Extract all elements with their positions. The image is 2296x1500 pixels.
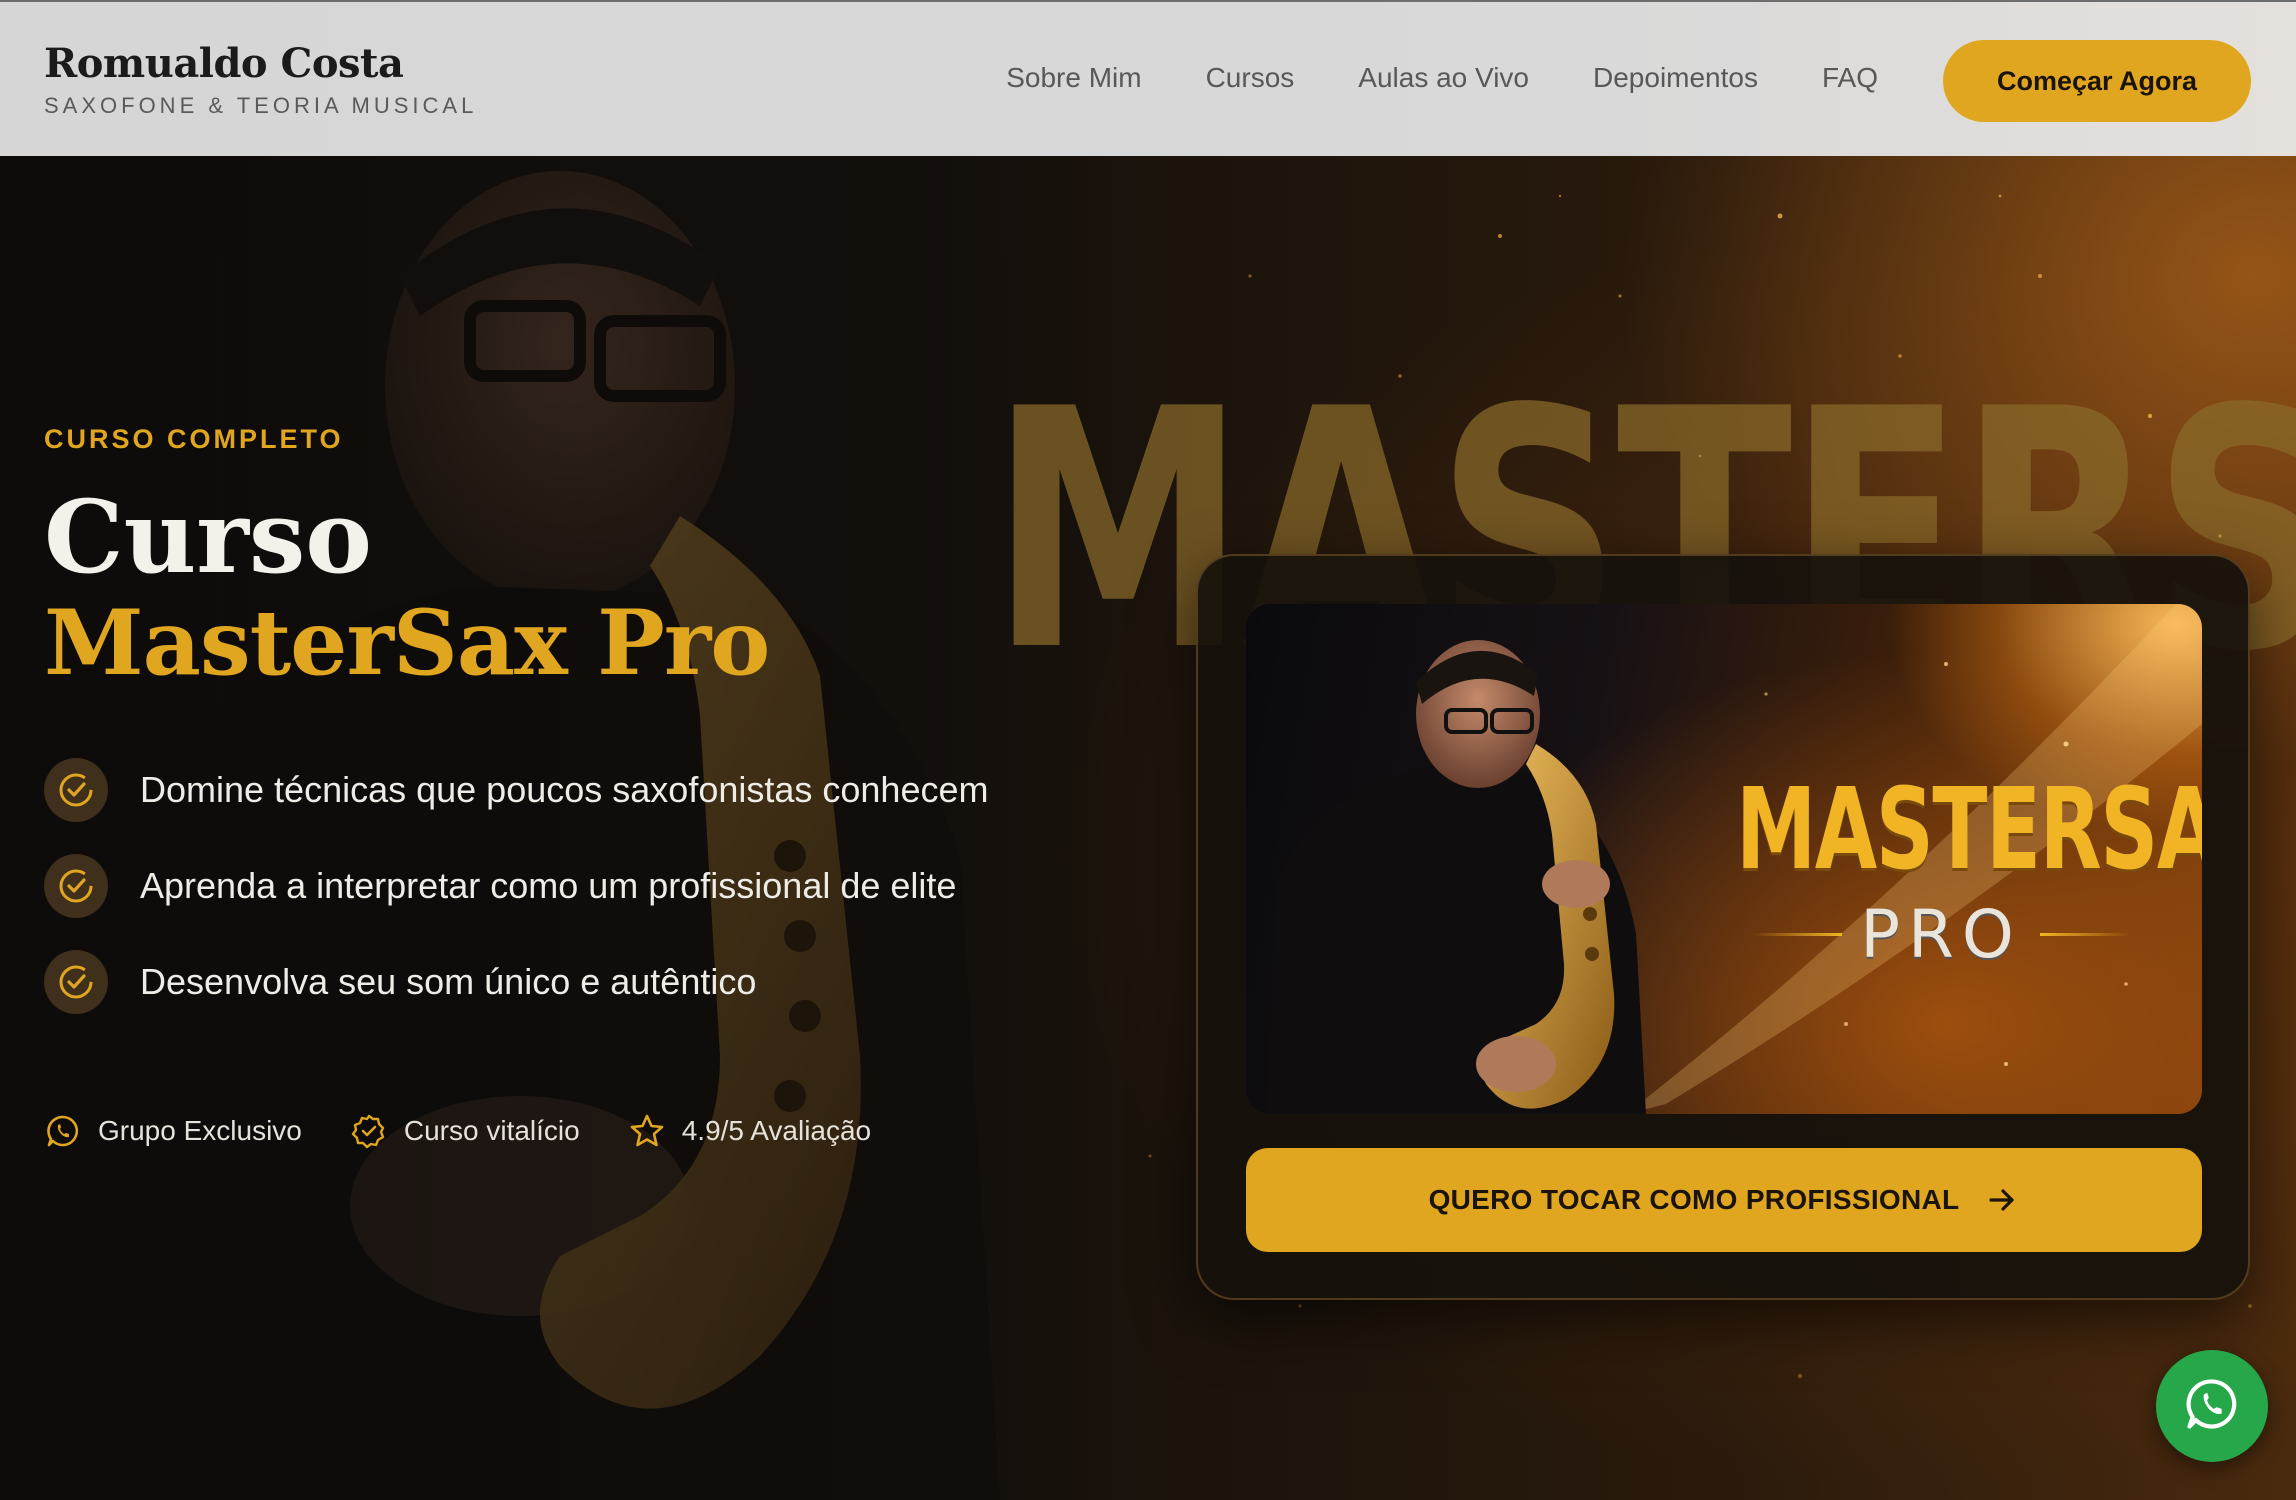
nav-link-cursos[interactable]: Cursos [1206, 62, 1295, 94]
whatsapp-icon [2183, 1375, 2241, 1438]
trust-badges: Grupo Exclusivo Curso vitalício 4.9/5 Av… [44, 1112, 919, 1150]
whatsapp-chat-button[interactable] [2156, 1350, 2268, 1462]
start-now-button[interactable]: Começar Agora [1943, 40, 2251, 122]
check-circle-icon [44, 950, 108, 1014]
badge-label: 4.9/5 Avaliação [681, 1115, 872, 1146]
brand-tagline: SAXOFONE & TEORIA MUSICAL [44, 93, 478, 118]
badge-check-icon [350, 1112, 388, 1150]
brand[interactable]: Romualdo Costa SAXOFONE & TEORIA MUSICAL [44, 40, 477, 119]
cover-subtitle: PRO [1860, 896, 2022, 973]
nav-link-faq[interactable]: FAQ [1822, 62, 1878, 94]
hero-title-line2: MasterSax Pro [44, 590, 770, 696]
badge-exclusive-group: Grupo Exclusivo [44, 1112, 302, 1150]
feature-text: Domine técnicas que poucos saxofonistas … [140, 769, 989, 810]
cover-subtitle-row: PRO [1716, 896, 2166, 973]
feature-item: Desenvolva seu som único e autêntico [44, 950, 988, 1014]
cover-title: MASTERSAX [1736, 765, 2202, 895]
cover-divider-left [1752, 933, 1843, 936]
feature-list: Domine técnicas que poucos saxofonistas … [44, 758, 988, 1046]
hero-section: MASTERSAX CURSO COMPLETO Curso MasterSax… [0, 156, 2296, 1500]
badge-label: Grupo Exclusivo [98, 1115, 302, 1146]
badge-label: Curso vitalício [403, 1115, 580, 1146]
badge-lifetime-course: Curso vitalício [350, 1112, 580, 1150]
hero-title-line1: Curso [44, 478, 372, 596]
enroll-button-label: QUERO TOCAR COMO PROFISSIONAL [1428, 1184, 1960, 1215]
feature-text: Desenvolva seu som único e autêntico [140, 961, 757, 1002]
nav-link-aulas-ao-vivo[interactable]: Aulas ao Vivo [1358, 62, 1529, 94]
feature-item: Domine técnicas que poucos saxofonistas … [44, 758, 988, 822]
site-header: Romualdo Costa SAXOFONE & TEORIA MUSICAL… [0, 0, 2296, 156]
feature-item: Aprenda a interpretar como um profission… [44, 854, 988, 918]
whatsapp-icon [44, 1112, 82, 1150]
hero-eyebrow: CURSO COMPLETO [44, 424, 344, 454]
main-nav: Sobre Mim Cursos Aulas ao Vivo Depoiment… [942, 62, 1878, 94]
badge-rating: 4.9/5 Avaliação [628, 1112, 871, 1150]
check-circle-icon [44, 854, 108, 918]
brand-name: Romualdo Costa [44, 40, 404, 87]
landing-page: Romualdo Costa SAXOFONE & TEORIA MUSICAL… [0, 0, 2296, 1500]
enroll-button[interactable]: QUERO TOCAR COMO PROFISSIONAL [1246, 1148, 2202, 1252]
check-circle-icon [44, 758, 108, 822]
star-icon [628, 1112, 666, 1150]
cover-divider-right [2039, 933, 2130, 936]
course-card: MASTERSAX PRO QUERO TOCAR COMO PROFISSIO… [1196, 554, 2250, 1300]
nav-link-depoimentos[interactable]: Depoimentos [1593, 62, 1758, 94]
nav-link-sobre-mim[interactable]: Sobre Mim [1006, 62, 1141, 94]
course-cover-image[interactable]: MASTERSAX PRO [1246, 604, 2202, 1114]
feature-text: Aprenda a interpretar como um profission… [140, 865, 957, 906]
arrow-right-icon [1985, 1183, 2019, 1217]
